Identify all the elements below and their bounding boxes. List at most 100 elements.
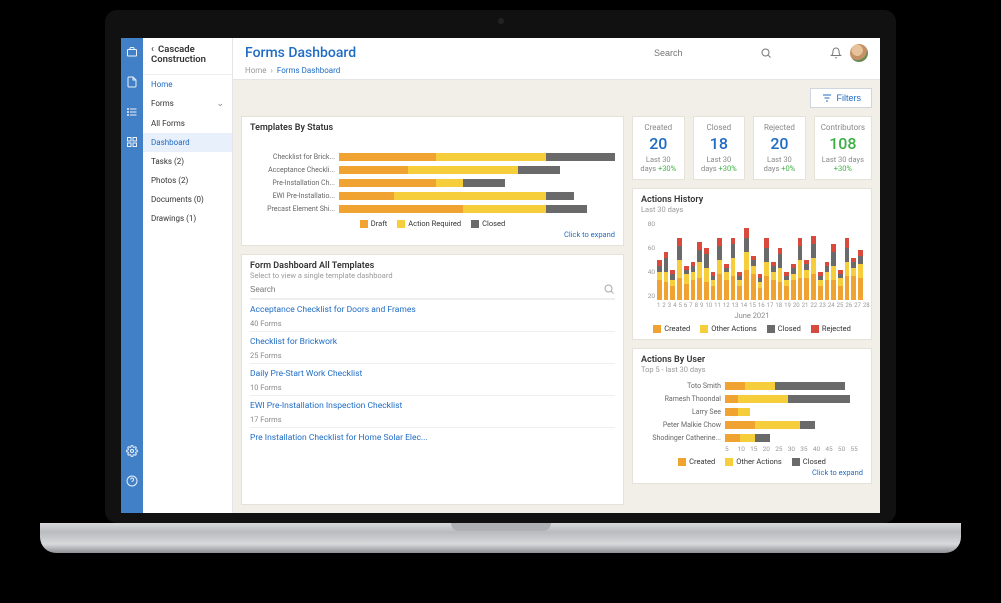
- org-header[interactable]: ‹ Cascade Construction: [143, 38, 232, 75]
- user-row: Ramesh Thoondal: [641, 393, 863, 405]
- bar: [838, 270, 843, 300]
- filters-label: Filters: [837, 93, 862, 103]
- avatar[interactable]: [850, 44, 868, 62]
- list-icon[interactable]: [126, 106, 138, 118]
- kpi-label: Created: [639, 123, 678, 132]
- template-list-item[interactable]: Checklist for Brickwork 25 Forms: [250, 331, 615, 363]
- sidebar-item-allforms[interactable]: All Forms: [143, 114, 232, 133]
- laptop-mockup: ‹ Cascade Construction Home Forms ⌄ All …: [0, 0, 1001, 603]
- sidebar-item-drawings[interactable]: Drawings (1): [143, 209, 232, 228]
- actions-history-chart: 80604020: [641, 220, 863, 300]
- bar: [657, 260, 662, 300]
- filters-button[interactable]: Filters: [810, 88, 873, 108]
- bar: [724, 264, 729, 300]
- ah-xaxis-title: June 2021: [641, 311, 863, 320]
- user-name: Larry See: [641, 408, 721, 416]
- gear-icon[interactable]: [126, 445, 138, 457]
- legend-item: Closed: [792, 457, 826, 466]
- breadcrumb-home[interactable]: Home: [245, 66, 267, 75]
- template-name: Checklist for Brick...: [250, 153, 335, 161]
- tl-sub: Select to view a single template dashboa…: [250, 271, 615, 280]
- breadcrumb: Home › Forms Dashboard: [245, 62, 868, 75]
- user-name: Peter Malkie Chow: [641, 421, 721, 429]
- template-name: Pre-Installation Ch...: [250, 179, 335, 187]
- tbs-expand-link[interactable]: Click to expand: [250, 230, 615, 239]
- bar: [751, 256, 756, 300]
- search-input[interactable]: [654, 48, 754, 58]
- template-status-row: Precast Element Shi...: [250, 203, 615, 215]
- user-name: Toto Smith: [641, 382, 721, 390]
- bar: [691, 262, 696, 300]
- tbs-title: Templates By Status: [250, 123, 615, 133]
- grid-icon[interactable]: [126, 136, 138, 148]
- abu-legend: CreatedOther ActionsClosed: [641, 457, 863, 466]
- bar: [697, 242, 702, 300]
- kpi-card[interactable]: Contributors 108 Last 30 days +30%: [814, 116, 872, 180]
- template-status-row: EWI Pre-Installatio...: [250, 190, 615, 202]
- abu-expand-link[interactable]: Click to expand: [641, 468, 863, 477]
- kpi-value: 18: [700, 132, 739, 155]
- bar: [804, 260, 809, 300]
- bar: [825, 262, 830, 300]
- bar: [744, 228, 749, 300]
- kpi-card[interactable]: Rejected 20 Last 30 days +0%: [753, 116, 806, 180]
- template-list-item[interactable]: Daily Pre-Start Work Checklist 10 Forms: [250, 363, 615, 395]
- bell-icon[interactable]: [830, 47, 842, 59]
- bar: [664, 252, 669, 300]
- bar: [831, 244, 836, 300]
- kpi-sub: Last 30 days +30%: [639, 155, 678, 173]
- document-icon[interactable]: [126, 76, 138, 88]
- topbar: Forms Dashboard Home › Forms Dashboa: [233, 38, 880, 80]
- breadcrumb-current: Forms Dashboard: [277, 66, 340, 75]
- bar: [778, 248, 783, 300]
- template-list-item[interactable]: Pre Installation Checklist for Home Sola…: [250, 427, 615, 450]
- sidebar-item-home[interactable]: Home: [143, 75, 232, 94]
- sidebar-item-dashboard[interactable]: Dashboard: [143, 133, 232, 152]
- bar: [771, 262, 776, 300]
- kpi-sub: Last 30 days +30%: [700, 155, 739, 173]
- template-name: EWI Pre-Installatio...: [250, 192, 335, 200]
- legend-item: Rejected: [811, 324, 851, 333]
- bar: [858, 250, 863, 300]
- tl-title: Form Dashboard All Templates: [250, 261, 615, 271]
- sidebar: ‹ Cascade Construction Home Forms ⌄ All …: [143, 38, 233, 513]
- template-list-item[interactable]: Acceptance Checklist for Doors and Frame…: [250, 299, 615, 331]
- template-list-panel: Form Dashboard All Templates Select to v…: [241, 254, 624, 505]
- main-area: Forms Dashboard Home › Forms Dashboa: [233, 38, 880, 513]
- bar: [677, 238, 682, 300]
- kpi-card[interactable]: Created 20 Last 30 days +30%: [632, 116, 685, 180]
- template-search-input[interactable]: [250, 285, 603, 294]
- abu-title: Actions By User: [641, 355, 863, 365]
- bar: [737, 272, 742, 300]
- ah-legend: CreatedOther ActionsClosedRejected: [641, 324, 863, 333]
- kpi-sub: Last 30 days +0%: [760, 155, 799, 173]
- bar: [758, 274, 763, 300]
- kpi-card[interactable]: Closed 18 Last 30 days +30%: [693, 116, 746, 180]
- bar: [764, 238, 769, 300]
- icon-rail: [121, 38, 143, 513]
- user-name: Ramesh Thoondal: [641, 395, 721, 403]
- help-icon[interactable]: [126, 475, 138, 487]
- template-list-item[interactable]: EWI Pre-Installation Inspection Checklis…: [250, 395, 615, 427]
- legend-item: Other Actions: [700, 324, 757, 333]
- bar: [711, 272, 716, 300]
- user-row: Larry See: [641, 406, 863, 418]
- camera-dot: [498, 18, 504, 24]
- ah-sub: Last 30 days: [641, 205, 863, 214]
- legend-item: Closed: [471, 219, 505, 228]
- template-count: 40 Forms: [250, 319, 615, 328]
- template-name: Precast Element Shi...: [250, 205, 335, 213]
- chevron-down-icon: ⌄: [216, 99, 224, 109]
- briefcase-icon[interactable]: [126, 46, 138, 58]
- sidebar-item-documents[interactable]: Documents (0): [143, 190, 232, 209]
- bar: [670, 270, 675, 300]
- sidebar-item-tasks[interactable]: Tasks (2): [143, 152, 232, 171]
- back-chevron-icon: ‹: [151, 44, 154, 55]
- template-search[interactable]: [250, 280, 615, 299]
- kpi-sub: Last 30 days +30%: [821, 155, 865, 173]
- user-row: Toto Smith: [641, 380, 863, 392]
- global-search[interactable]: [654, 47, 824, 59]
- template-link: Pre Installation Checklist for Home Sola…: [250, 433, 615, 443]
- sidebar-item-photos[interactable]: Photos (2): [143, 171, 232, 190]
- sidebar-item-forms[interactable]: Forms ⌄: [143, 94, 232, 114]
